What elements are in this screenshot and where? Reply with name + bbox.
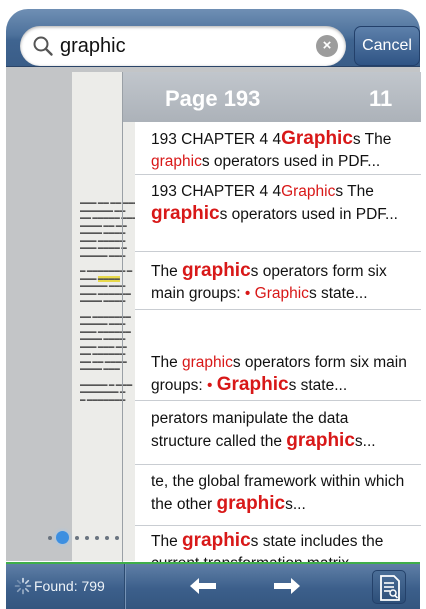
search-icon	[33, 36, 53, 56]
page-dot	[75, 536, 79, 540]
result-text: 193 CHAPTER 4 4	[151, 183, 282, 200]
results-list-button[interactable]	[372, 570, 406, 604]
search-field[interactable]: ×	[20, 26, 346, 66]
result-highlight: Graphic	[216, 374, 289, 395]
result-text: The	[151, 533, 183, 550]
arrow-right-icon[interactable]	[272, 576, 302, 596]
page-dot	[115, 536, 119, 540]
result-text: s...	[354, 433, 376, 450]
page-dot	[95, 536, 99, 540]
page-dot-current	[56, 531, 69, 544]
toolbar-divider	[124, 564, 125, 609]
result-highlight: Graphic	[281, 128, 353, 149]
result-highlight: graphic	[216, 493, 286, 514]
search-result-item[interactable]: The graphics operators form six main gro…	[135, 252, 421, 310]
search-result-item[interactable]: The graphics operators form six main gro…	[135, 310, 421, 401]
cancel-button[interactable]: Cancel	[354, 26, 420, 66]
arrow-left-icon[interactable]	[188, 576, 218, 596]
result-highlight: graphic	[151, 153, 202, 170]
clear-icon[interactable]: ×	[316, 35, 338, 57]
results-list[interactable]: 193 CHAPTER 4 4Graphics The graphics ope…	[135, 122, 421, 563]
result-highlight: Graphic	[281, 183, 336, 200]
result-text: •	[207, 377, 217, 394]
result-highlight: graphic	[182, 354, 233, 371]
result-highlight: graphic	[182, 260, 251, 281]
document-search-icon	[380, 575, 400, 601]
search-result-item[interactable]: 193 CHAPTER 4 4Graphics The graphics ope…	[135, 175, 421, 252]
result-text: s The	[335, 183, 374, 200]
result-text: The	[151, 354, 183, 371]
result-text: s operators used in PDF...	[219, 206, 398, 223]
page-dot	[48, 536, 52, 540]
search-input[interactable]	[60, 32, 300, 60]
result-text: 193 CHAPTER 4 4	[151, 131, 282, 148]
spinner-icon	[14, 577, 32, 595]
result-highlight: graphic	[151, 203, 220, 224]
search-result-item[interactable]: 193 CHAPTER 4 4Graphics The graphics ope…	[135, 122, 421, 175]
found-count-label: Found: 799	[34, 578, 105, 594]
page-dot	[105, 536, 109, 540]
result-highlight: Graphic	[254, 285, 309, 302]
results-header: Page 193 11	[123, 72, 421, 122]
search-result-item[interactable]: perators manipulate the data structure c…	[135, 401, 421, 465]
search-result-item[interactable]: te, the global framework within which th…	[135, 465, 421, 526]
page-dot	[85, 536, 89, 540]
reader-screen: × Cancel ▬▬▬ ▬▬ ▬▬ ▬▬▬▬▬▬▬▬▬ ▬▬▬▬ ▬▬▬▬▬ …	[0, 0, 426, 609]
result-text: s state...	[308, 285, 368, 302]
result-highlight: graphic	[182, 530, 251, 551]
result-text: s The	[352, 131, 392, 148]
results-count: 11	[369, 86, 393, 111]
search-bar: × Cancel	[6, 9, 420, 67]
result-text: s operators used in PDF...	[201, 153, 381, 170]
result-highlight: graphic	[286, 430, 355, 451]
search-result-item[interactable]: The graphics state includes the current …	[135, 526, 421, 563]
result-text: s...	[285, 496, 306, 513]
search-results-panel: Page 193 11 193 CHAPTER 4 4Graphics The …	[122, 72, 421, 563]
results-page-title: Page 193	[165, 86, 261, 111]
result-text: The	[151, 263, 183, 280]
result-text: s state...	[288, 377, 348, 394]
result-text: •	[244, 285, 255, 302]
bottom-toolbar: Found: 799	[6, 564, 420, 609]
